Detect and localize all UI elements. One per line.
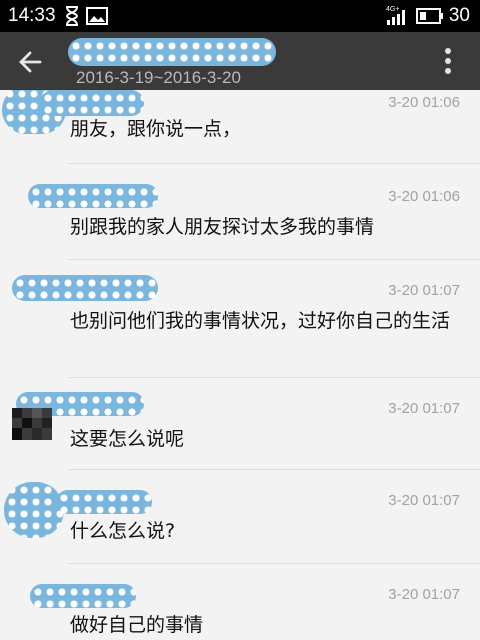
message-text: 做好自己的事情 [70,614,204,636]
list-item[interactable]: 3-20 01:06 别跟我的家人朋友探讨太多我的事情 [0,164,480,260]
sender-name-obscured [56,490,152,514]
battery-icon [416,8,444,28]
message-time: 3-20 01:07 [388,282,460,299]
avatar [4,482,64,538]
overflow-menu-icon [445,48,451,74]
signal-icon: 4G+ [386,4,410,30]
message-text: 什么怎么说? [70,520,176,542]
image-icon [86,6,108,30]
list-item[interactable]: 3-20 01:06 朋友，跟你说一点， [0,90,480,164]
message-time: 3-20 01:06 [388,94,460,111]
arrow-left-icon [19,51,42,73]
status-time: 14:33 [8,5,56,26]
sender-name-obscured [12,275,158,301]
message-text: 这要怎么说呢 [70,428,185,450]
message-text: 也别问他们我的事情状况，过好你自己的生活 [70,310,451,332]
list-item[interactable]: 3-20 01:07 也别问他们我的事情状况，过好你自己的生活 [0,260,480,378]
list-item[interactable]: 3-20 01:07 什么怎么说? [0,470,480,564]
sender-name-obscured [28,184,158,208]
back-button[interactable] [14,46,46,78]
contact-name-obscured [68,38,276,66]
message-time: 3-20 01:07 [388,492,460,509]
status-bar: 14:33 4G+ 30 [0,0,480,32]
message-time: 3-20 01:07 [388,400,460,417]
message-list[interactable]: 3-20 01:06 朋友，跟你说一点， 3-20 01:06 别跟我的家人朋友… [0,90,480,640]
message-time: 3-20 01:07 [388,586,460,603]
message-text: 别跟我的家人朋友探讨太多我的事情 [70,216,375,238]
sender-name-obscured [40,90,144,116]
network-type-label: 4G+ [386,6,399,13]
message-text: 朋友，跟你说一点， [70,118,242,140]
message-time: 3-20 01:06 [388,188,460,205]
list-item[interactable]: 3-20 01:07 这要怎么说呢 [0,378,480,470]
date-range: 2016-3-19~2016-3-20 [76,68,241,87]
sender-name-obscured [30,584,136,608]
hourglass-icon [64,6,80,30]
battery-level: 30 [448,5,470,26]
avatar [12,408,52,440]
list-item[interactable]: 3-20 01:07 做好自己的事情 [0,564,480,640]
more-options-button[interactable] [444,46,452,76]
app-bar: 2016-3-19~2016-3-20 [0,32,480,90]
